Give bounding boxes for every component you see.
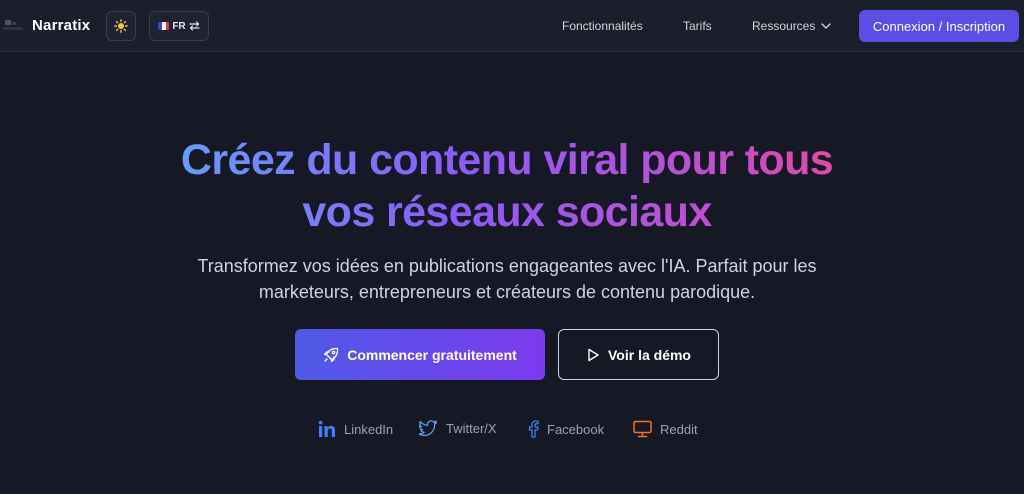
hero-subtitle-line-1: Transformez vos idées en publications en…	[197, 256, 817, 276]
platform-facebook: Facebook	[527, 420, 604, 438]
top-navbar: Narratix FR Fonctionnalités Tarifs Resso…	[0, 0, 1024, 52]
watch-demo-label: Voir la démo	[608, 346, 691, 363]
watch-demo-button[interactable]: Voir la démo	[558, 329, 719, 380]
platform-linkedin-label: LinkedIn	[344, 421, 394, 437]
brand-name[interactable]: Narratix	[32, 17, 90, 34]
hero-title: Créez du contenu viral pour tous vos rés…	[0, 134, 1014, 238]
swap-icon	[189, 21, 200, 31]
nav-ressources[interactable]: Ressources	[752, 19, 832, 33]
platform-linkedin: LinkedIn	[318, 420, 393, 438]
platform-reddit: Reddit	[633, 420, 698, 438]
nav-tarifs[interactable]: Tarifs	[683, 19, 712, 33]
france-flag-icon	[158, 22, 170, 30]
play-icon	[588, 348, 599, 361]
hero-title-line-1: Créez du contenu viral pour tous	[180, 136, 834, 184]
language-switcher[interactable]: FR	[149, 11, 209, 41]
twitter-icon	[419, 420, 438, 436]
rocket-icon	[324, 347, 339, 362]
hero-subtitle-line-2: marketeurs, entrepreneurs et créateurs d…	[258, 282, 756, 302]
chevron-down-icon	[821, 23, 832, 29]
platform-twitter: Twitter/X	[419, 420, 497, 436]
facebook-icon	[528, 420, 539, 438]
platform-facebook-label: Facebook	[547, 421, 605, 437]
language-code: FR	[172, 20, 186, 32]
logo-icon	[3, 20, 23, 30]
hero-subtitle: Transformez vos idées en publications en…	[160, 253, 854, 305]
start-free-label: Commencer gratuitement	[347, 346, 517, 363]
nav-ressources-label: Ressources	[752, 19, 816, 33]
theme-toggle-button[interactable]	[106, 11, 136, 41]
platform-reddit-label: Reddit	[660, 421, 698, 437]
hero-title-line-2: vos réseaux sociaux	[302, 188, 712, 236]
platform-twitter-label: Twitter/X	[446, 420, 497, 436]
linkedin-icon	[318, 420, 335, 437]
nav-fonctionnalites[interactable]: Fonctionnalités	[562, 19, 643, 33]
sun-icon	[114, 19, 128, 33]
login-signup-button[interactable]: Connexion / Inscription	[859, 10, 1019, 42]
start-free-button[interactable]: Commencer gratuitement	[295, 329, 545, 380]
reddit-icon	[633, 420, 652, 438]
